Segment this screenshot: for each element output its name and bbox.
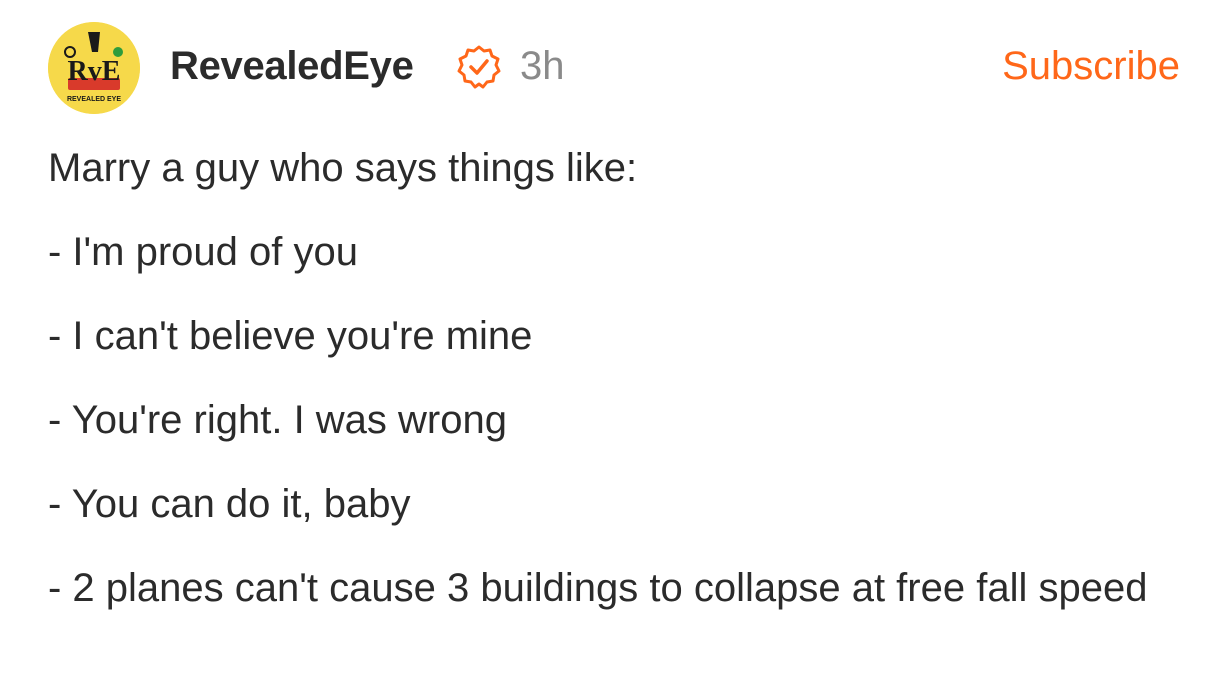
post-line: - You can do it, baby (48, 482, 411, 526)
post-line: - I'm proud of you (48, 230, 358, 274)
post-line: - 2 planes can't cause 3 buildings to co… (48, 566, 1148, 610)
verified-check-icon (456, 44, 502, 90)
post-line: - I can't believe you're mine (48, 314, 533, 358)
post-card: RvE REVEALED EYE RevealedEye 3h Subscrib… (0, 0, 1206, 683)
avatar-subtext: REVEALED EYE (67, 96, 121, 103)
post-intro: Marry a guy who says things like: (48, 146, 638, 190)
avatar-initials: RvE (68, 56, 121, 87)
avatar-logo: RvE REVEALED EYE (48, 22, 140, 114)
avatar[interactable]: RvE REVEALED EYE (48, 22, 140, 114)
post-body: Marry a guy who says things like: - I'm … (48, 140, 1158, 644)
subscribe-button[interactable]: Subscribe (1002, 44, 1180, 88)
post-line: - You're right. I was wrong (48, 398, 507, 442)
post-header: RvE REVEALED EYE RevealedEye 3h Subscrib… (48, 22, 1182, 114)
author-name[interactable]: RevealedEye (170, 44, 414, 88)
post-timestamp: 3h (520, 44, 565, 88)
